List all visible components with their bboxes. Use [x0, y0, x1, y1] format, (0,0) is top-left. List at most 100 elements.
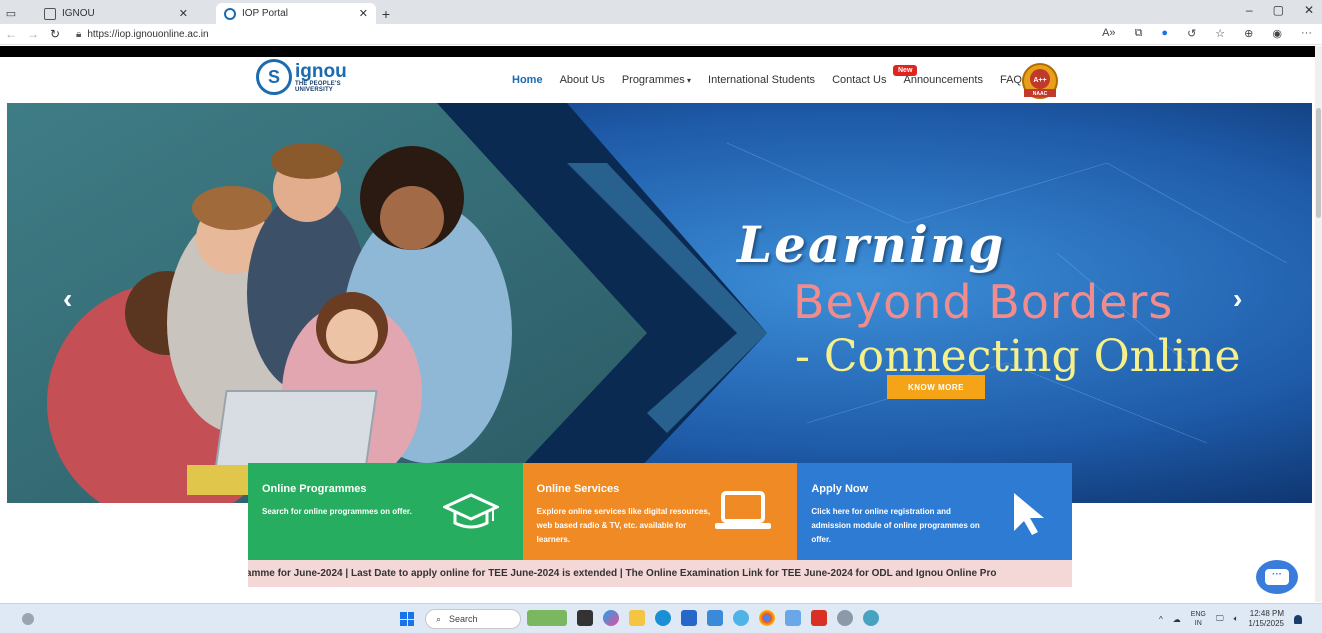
carousel-prev-icon[interactable]: ‹: [63, 283, 72, 315]
language-line1: ENG: [1190, 611, 1206, 618]
language-line2: IN: [1194, 620, 1202, 627]
logo-text: ignou THE PEOPLE'S UNIVERSITY: [295, 62, 347, 93]
apply-now-card[interactable]: Apply Now Click here for online registra…: [797, 463, 1073, 560]
tab-actions-icon[interactable]: ▭: [0, 2, 22, 24]
acrobat-icon[interactable]: [811, 610, 827, 626]
address-bar: ← → ↻ 🔒︎ https://iop.ignouonline.ac.in A…: [0, 24, 1322, 45]
app-icon-3[interactable]: [863, 610, 879, 626]
network-icon[interactable]: 🖵: [1216, 614, 1224, 624]
page-scrollbar[interactable]: [1315, 46, 1322, 602]
naac-badge-icon: A++ NAAC: [1022, 63, 1058, 99]
new-badge: New: [893, 65, 918, 76]
cursor-icon: [1014, 493, 1045, 535]
search-icon: ⌕: [436, 613, 442, 624]
forward-icon[interactable]: →: [22, 27, 44, 41]
nav-programmes[interactable]: Programmes: [622, 74, 691, 86]
app-available-icon[interactable]: ⧉: [1135, 27, 1143, 40]
nav-home[interactable]: Home: [512, 74, 543, 86]
logo-tagline2: UNIVERSITY: [295, 86, 334, 93]
chrome-icon[interactable]: [759, 610, 775, 626]
copilot-icon[interactable]: [603, 610, 619, 626]
clock-date: 1/15/2025: [1248, 619, 1284, 628]
browser-tab-bar: ▭ IGNOU ✕ IOP Portal ✕ + – ▢ ✕: [0, 0, 1322, 24]
tab-title: IOP Portal: [242, 8, 288, 19]
back-icon[interactable]: ←: [0, 27, 22, 41]
collections-icon[interactable]: ⊕: [1244, 27, 1253, 40]
nav-announcements[interactable]: Announcements: [903, 74, 983, 86]
quick-links-cards: Online Programmes Search for online prog…: [248, 463, 1073, 560]
online-programmes-card[interactable]: Online Programmes Search for online prog…: [248, 463, 523, 560]
ignou-logo[interactable]: S ignou THE PEOPLE'S UNIVERSITY: [256, 59, 347, 95]
taskbar-search[interactable]: ⌕ Search: [425, 609, 521, 629]
clock-time: 12:48 PM: [1249, 609, 1284, 618]
card-desc: Search for online programmes on offer.: [262, 507, 412, 516]
favorites-icon[interactable]: ☆: [1215, 27, 1225, 40]
lock-icon[interactable]: 🔒︎: [76, 29, 81, 40]
close-tab-icon[interactable]: ✕: [359, 7, 368, 20]
nav-contact-us[interactable]: Contact Us: [832, 74, 886, 86]
settings-icon[interactable]: [837, 610, 853, 626]
news-ticker[interactable]: ramme for June-2024 | Last Date to apply…: [248, 560, 1072, 587]
graduation-cap-icon: [442, 493, 499, 529]
browser-toolbar-icons: A» ⧉ ● ↺ ☆ ⊕ ◉ ···: [1102, 27, 1312, 40]
chat-icon: ···: [1265, 569, 1289, 585]
tab-iop-portal[interactable]: IOP Portal ✕: [216, 3, 376, 24]
hero-line-learning: Learning: [737, 215, 1006, 274]
profile-icon[interactable]: ◉: [1272, 27, 1282, 40]
start-menu-icon[interactable]: [400, 612, 414, 626]
store-icon[interactable]: [681, 610, 697, 626]
system-tray: ^ ☁ ENG IN 🖵 🔈︎ 12:48 PM 1/15/2025: [1159, 609, 1302, 629]
hero-text: Learning Beyond Borders - Connecting Onl…: [7, 103, 1312, 503]
maximize-button[interactable]: ▢: [1273, 3, 1284, 17]
main-nav: Home About Us Programmes International S…: [512, 74, 1022, 86]
onedrive-icon[interactable]: ☁: [1173, 615, 1181, 624]
app-icon[interactable]: [707, 610, 723, 626]
refresh-icon[interactable]: ↻: [44, 27, 66, 41]
volume-icon[interactable]: 🔈︎: [1234, 614, 1239, 624]
windows-taskbar: ⌕ Search ^ ☁ ENG IN 🖵 🔈︎ 12:48 PM 1/15/2…: [0, 603, 1322, 633]
svg-text:A++: A++: [1033, 77, 1046, 84]
top-banner-strip: [0, 46, 1315, 57]
clock[interactable]: 12:48 PM 1/15/2025: [1248, 609, 1284, 629]
notification-bell-icon[interactable]: [1294, 614, 1302, 624]
tab-ignou[interactable]: IGNOU ✕: [36, 3, 196, 24]
logo-name: ignou: [295, 60, 347, 82]
close-tab-icon[interactable]: ✕: [179, 7, 188, 20]
online-services-card[interactable]: Online Services Explore online services …: [522, 463, 798, 560]
edge-browser-icon[interactable]: [655, 610, 671, 626]
card-desc: Click here for online registration and a…: [811, 507, 980, 544]
nav-about-us[interactable]: About Us: [560, 74, 605, 86]
app-icon-2[interactable]: [733, 610, 749, 626]
site-header: S ignou THE PEOPLE'S UNIVERSITY Home Abo…: [0, 57, 1315, 103]
show-hidden-icons-icon[interactable]: ^: [1159, 615, 1163, 624]
hero-line-beyond-borders: Beyond Borders: [793, 275, 1174, 329]
more-menu-icon[interactable]: ···: [1301, 27, 1312, 40]
minimize-button[interactable]: –: [1246, 3, 1253, 17]
scroll-thumb[interactable]: [1316, 108, 1321, 218]
refresh-extension-icon[interactable]: ↺: [1187, 27, 1196, 40]
taskbar-search-label: Search: [449, 614, 478, 624]
language-indicator[interactable]: ENG IN: [1191, 610, 1206, 628]
read-aloud-icon[interactable]: A»: [1102, 27, 1115, 40]
new-tab-button[interactable]: +: [376, 6, 396, 22]
know-more-button[interactable]: KNOW MORE: [887, 375, 985, 399]
window-controls: – ▢ ✕: [1246, 3, 1314, 17]
weather-icon[interactable]: [22, 613, 34, 625]
url-field[interactable]: https://iop.ignouonline.ac.in: [87, 29, 208, 40]
hero-line-connecting-online: - Connecting Online: [795, 331, 1241, 382]
close-window-button[interactable]: ✕: [1304, 3, 1314, 17]
news-app-icon[interactable]: [527, 610, 567, 626]
tab-title: IGNOU: [62, 8, 95, 19]
nav-international-students[interactable]: International Students: [708, 74, 815, 86]
extension-icon[interactable]: ●: [1161, 27, 1168, 40]
carousel-next-icon[interactable]: ›: [1233, 283, 1242, 315]
hero-banner[interactable]: Learning Beyond Borders - Connecting Onl…: [7, 103, 1312, 503]
task-view-icon[interactable]: [577, 610, 593, 626]
photos-icon[interactable]: [785, 610, 801, 626]
ignou-favicon-icon: [224, 7, 236, 20]
chat-widget-button[interactable]: ···: [1256, 560, 1298, 594]
page-icon: [44, 7, 56, 20]
ignou-emblem-icon: S: [256, 59, 292, 95]
file-explorer-icon[interactable]: [629, 610, 645, 626]
card-desc: Explore online services like digital res…: [536, 507, 711, 544]
